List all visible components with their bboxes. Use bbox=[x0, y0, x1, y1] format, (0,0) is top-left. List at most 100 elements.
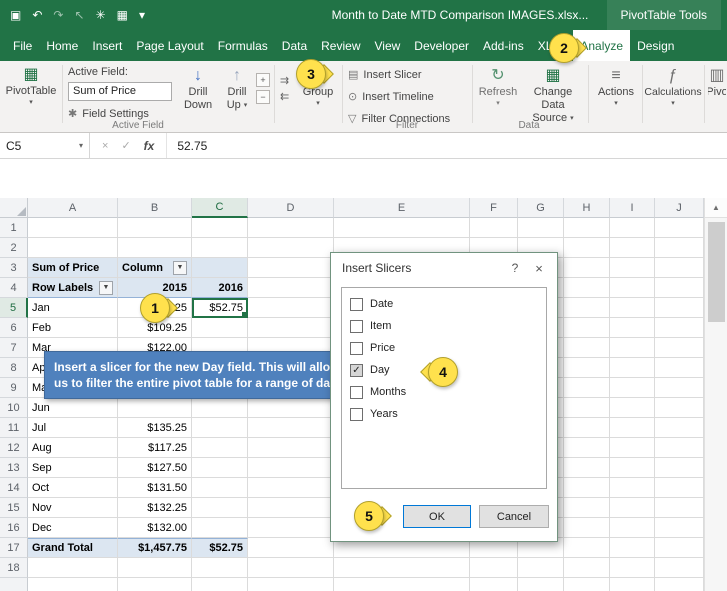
cell-B13[interactable]: $127.50 bbox=[118, 458, 192, 478]
cell-H5[interactable] bbox=[564, 298, 610, 318]
cell-I11[interactable] bbox=[610, 418, 655, 438]
cell-H6[interactable] bbox=[564, 318, 610, 338]
cell-A13[interactable]: Sep bbox=[28, 458, 118, 478]
cell-A11[interactable]: Jul bbox=[28, 418, 118, 438]
cell-B10[interactable] bbox=[118, 398, 192, 418]
column-header-E[interactable]: E bbox=[334, 198, 470, 218]
cell-E18[interactable] bbox=[334, 558, 470, 578]
vertical-scrollbar[interactable]: ▲ bbox=[704, 198, 727, 591]
cell-J18[interactable] bbox=[655, 558, 704, 578]
cell-A6[interactable]: Feb bbox=[28, 318, 118, 338]
cell-B16[interactable]: $132.00 bbox=[118, 518, 192, 538]
cell-B2[interactable] bbox=[118, 238, 192, 258]
cell-C16[interactable] bbox=[192, 518, 248, 538]
cell-J10[interactable] bbox=[655, 398, 704, 418]
dialog-close-icon[interactable]: × bbox=[527, 261, 551, 276]
select-all-button[interactable] bbox=[0, 198, 28, 218]
cell-H7[interactable] bbox=[564, 338, 610, 358]
cell-C15[interactable] bbox=[192, 498, 248, 518]
cancel-button[interactable]: Cancel bbox=[479, 505, 549, 528]
cell-I8[interactable] bbox=[610, 358, 655, 378]
cell-D13[interactable] bbox=[248, 458, 334, 478]
cell-C6[interactable] bbox=[192, 318, 248, 338]
cell-J1[interactable] bbox=[655, 218, 704, 238]
cell-C11[interactable] bbox=[192, 418, 248, 438]
slicer-field-date[interactable]: Date bbox=[342, 293, 546, 315]
cell-H8[interactable] bbox=[564, 358, 610, 378]
cell-A5[interactable]: Jan bbox=[28, 298, 118, 318]
cell-D11[interactable] bbox=[248, 418, 334, 438]
pointer-icon[interactable]: ↖ bbox=[74, 8, 84, 22]
undo-icon[interactable]: ↶ bbox=[32, 8, 42, 22]
chevron-down-icon[interactable]: ▾ bbox=[79, 141, 83, 150]
column-header-B[interactable]: B bbox=[118, 198, 192, 218]
tab-formulas[interactable]: Formulas bbox=[211, 30, 275, 61]
cell-J6[interactable] bbox=[655, 318, 704, 338]
cell-J7[interactable] bbox=[655, 338, 704, 358]
cell-D4[interactable] bbox=[248, 278, 334, 298]
cell-B1[interactable] bbox=[118, 218, 192, 238]
cell-I5[interactable] bbox=[610, 298, 655, 318]
cell-I2[interactable] bbox=[610, 238, 655, 258]
cell-A12[interactable]: Aug bbox=[28, 438, 118, 458]
cell-A19[interactable] bbox=[28, 578, 118, 591]
ungroup-icon[interactable]: ⇇ bbox=[280, 91, 289, 104]
insert-function-icon[interactable]: fx bbox=[144, 139, 155, 153]
cell-G18[interactable] bbox=[518, 558, 564, 578]
cell-J13[interactable] bbox=[655, 458, 704, 478]
pivotchart-button-partial[interactable]: ▥ Pivo bbox=[708, 66, 726, 128]
cell-G1[interactable] bbox=[518, 218, 564, 238]
cell-I19[interactable] bbox=[610, 578, 655, 591]
cell-A14[interactable]: Oct bbox=[28, 478, 118, 498]
cell-C19[interactable] bbox=[192, 578, 248, 591]
cell-I15[interactable] bbox=[610, 498, 655, 518]
cell-J11[interactable] bbox=[655, 418, 704, 438]
cell-J5[interactable] bbox=[655, 298, 704, 318]
cell-I3[interactable] bbox=[610, 258, 655, 278]
cell-E1[interactable] bbox=[334, 218, 470, 238]
cell-A10[interactable]: Jun bbox=[28, 398, 118, 418]
cell-B3[interactable]: Column▼ bbox=[118, 258, 192, 278]
cell-H15[interactable] bbox=[564, 498, 610, 518]
cell-B18[interactable] bbox=[118, 558, 192, 578]
cell-I13[interactable] bbox=[610, 458, 655, 478]
column-header-I[interactable]: I bbox=[610, 198, 655, 218]
row-header-5[interactable]: 5 bbox=[0, 298, 28, 318]
cell-H9[interactable] bbox=[564, 378, 610, 398]
tab-page-layout[interactable]: Page Layout bbox=[129, 30, 210, 61]
row-header-3[interactable]: 3 bbox=[0, 258, 28, 278]
cell-A1[interactable] bbox=[28, 218, 118, 238]
tab-file[interactable]: File bbox=[6, 30, 39, 61]
cell-J8[interactable] bbox=[655, 358, 704, 378]
checkbox-icon[interactable] bbox=[350, 320, 363, 333]
cell-D15[interactable] bbox=[248, 498, 334, 518]
cell-I7[interactable] bbox=[610, 338, 655, 358]
cell-C5[interactable]: $52.75 bbox=[192, 298, 248, 318]
tab-home[interactable]: Home bbox=[39, 30, 85, 61]
collapse-field-icon[interactable]: − bbox=[256, 90, 270, 104]
cell-E19[interactable] bbox=[334, 578, 470, 591]
cell-C17[interactable]: $52.75 bbox=[192, 538, 248, 558]
row-header-1[interactable]: 1 bbox=[0, 218, 28, 238]
cell-C3[interactable] bbox=[192, 258, 248, 278]
row-header-10[interactable]: 10 bbox=[0, 398, 28, 418]
cell-B15[interactable]: $132.25 bbox=[118, 498, 192, 518]
cell-H19[interactable] bbox=[564, 578, 610, 591]
cell-I4[interactable] bbox=[610, 278, 655, 298]
active-field-input[interactable]: Sum of Price bbox=[68, 82, 172, 101]
cancel-icon[interactable]: × bbox=[102, 140, 108, 152]
checkbox-checked-icon[interactable]: ✓ bbox=[350, 364, 363, 377]
cell-H14[interactable] bbox=[564, 478, 610, 498]
cell-I6[interactable] bbox=[610, 318, 655, 338]
row-header-4[interactable]: 4 bbox=[0, 278, 28, 298]
cell-D3[interactable] bbox=[248, 258, 334, 278]
save-icon[interactable]: ▣ bbox=[10, 8, 21, 22]
cell-C13[interactable] bbox=[192, 458, 248, 478]
cell-A2[interactable] bbox=[28, 238, 118, 258]
cell-I14[interactable] bbox=[610, 478, 655, 498]
cell-J14[interactable] bbox=[655, 478, 704, 498]
ok-button[interactable]: OK bbox=[403, 505, 471, 528]
row-header-8[interactable]: 8 bbox=[0, 358, 28, 378]
refresh-button[interactable]: ↻ Refresh ▾ bbox=[476, 66, 520, 128]
cell-J9[interactable] bbox=[655, 378, 704, 398]
